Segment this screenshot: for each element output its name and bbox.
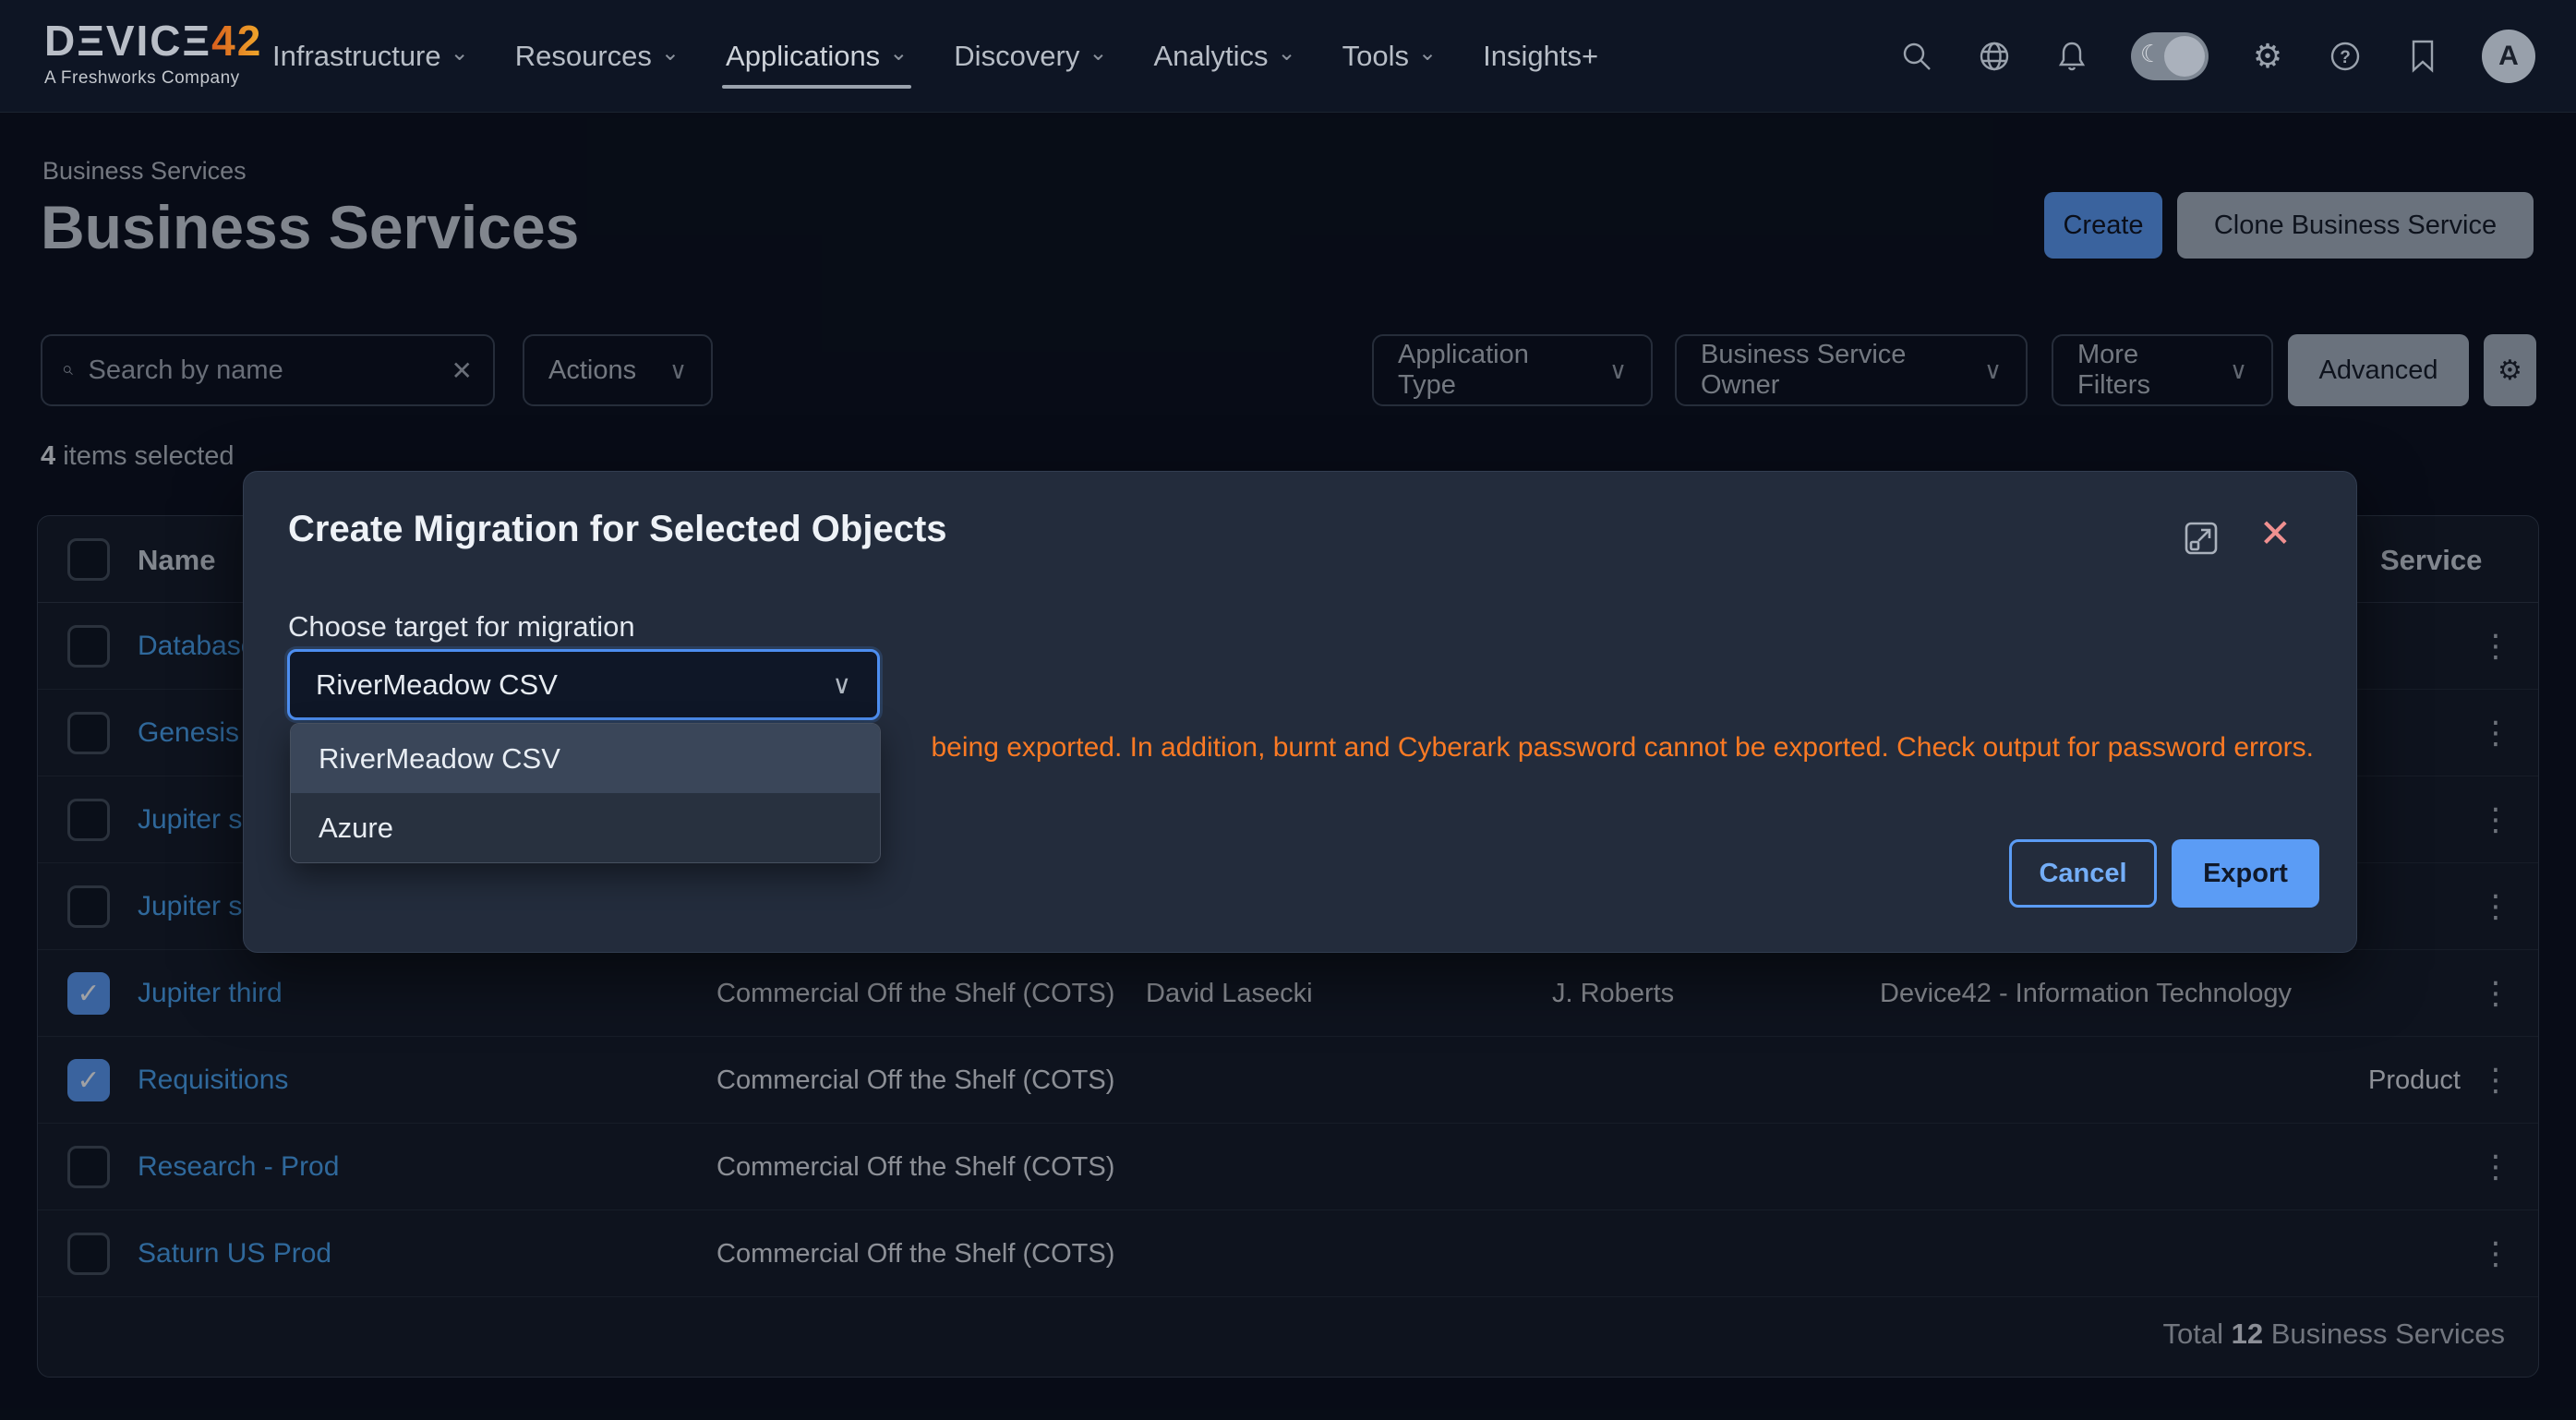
help-icon[interactable]: ? [2327, 38, 2364, 75]
caret-down-icon: ⌄ [661, 40, 680, 66]
search-icon[interactable] [1898, 38, 1935, 75]
main-nav: Infrastructure⌄ Resources⌄ Applications⌄… [272, 0, 1598, 113]
export-button[interactable]: Export [2172, 839, 2319, 908]
nav-infrastructure[interactable]: Infrastructure⌄ [272, 0, 469, 113]
nav-analytics[interactable]: Analytics⌄ [1154, 0, 1296, 113]
cancel-button[interactable]: Cancel [2009, 839, 2157, 908]
expand-modal-icon[interactable] [2181, 518, 2221, 559]
create-migration-modal: Create Migration for Selected Objects ✕ … [243, 471, 2357, 953]
caret-down-icon: ⌄ [1418, 40, 1437, 66]
selected-target-value: RiverMeadow CSV [316, 668, 558, 702]
chevron-down-icon: ∨ [833, 669, 852, 700]
settings-gear-icon[interactable]: ⚙ [2249, 38, 2286, 75]
nav-applications[interactable]: Applications⌄ [726, 0, 908, 113]
caret-down-icon: ⌄ [451, 40, 469, 66]
device42-app: DΞVICΞ42 A Freshworks Company Infrastruc… [0, 0, 2576, 1420]
logo-42: 42 [211, 17, 262, 65]
caret-down-icon: ⌄ [1278, 40, 1296, 66]
close-modal-icon[interactable]: ✕ [2259, 511, 2292, 556]
option-azure[interactable]: Azure [291, 793, 880, 862]
logo-tagline: A Freshworks Company [44, 68, 262, 89]
globe-icon[interactable] [1976, 38, 2013, 75]
header-icon-group: ☾ ⚙ ? A [1898, 0, 2535, 113]
nav-resources[interactable]: Resources⌄ [515, 0, 680, 113]
option-rivermeadow-csv[interactable]: RiverMeadow CSV [291, 724, 880, 793]
migration-target-select[interactable]: RiverMeadow CSV ∨ [287, 649, 880, 720]
logo-wordmark: DΞVICΞ42 [44, 15, 262, 66]
svg-text:?: ? [2340, 48, 2351, 67]
notifications-bell-icon[interactable] [2053, 38, 2090, 75]
caret-down-icon: ⌄ [1089, 40, 1107, 66]
migration-target-options-menu: RiverMeadow CSV Azure [290, 723, 881, 863]
bookmark-icon[interactable] [2404, 38, 2441, 75]
page-content: Business Services Business Services Crea… [0, 113, 2576, 1420]
migration-target-label: Choose target for migration [288, 610, 635, 644]
dark-mode-toggle[interactable]: ☾ [2131, 32, 2209, 80]
device42-logo[interactable]: DΞVICΞ42 A Freshworks Company [44, 15, 262, 89]
nav-insights[interactable]: Insights+ [1483, 0, 1598, 113]
nav-tools[interactable]: Tools⌄ [1342, 0, 1437, 113]
moon-icon: ☾ [2140, 40, 2161, 68]
toggle-knob [2164, 36, 2205, 77]
modal-title: Create Migration for Selected Objects [288, 509, 947, 550]
nav-discovery[interactable]: Discovery⌄ [954, 0, 1107, 113]
top-navigation-bar: DΞVICΞ42 A Freshworks Company Infrastruc… [0, 0, 2576, 113]
caret-down-icon: ⌄ [889, 40, 908, 66]
user-avatar[interactable]: A [2482, 30, 2535, 83]
